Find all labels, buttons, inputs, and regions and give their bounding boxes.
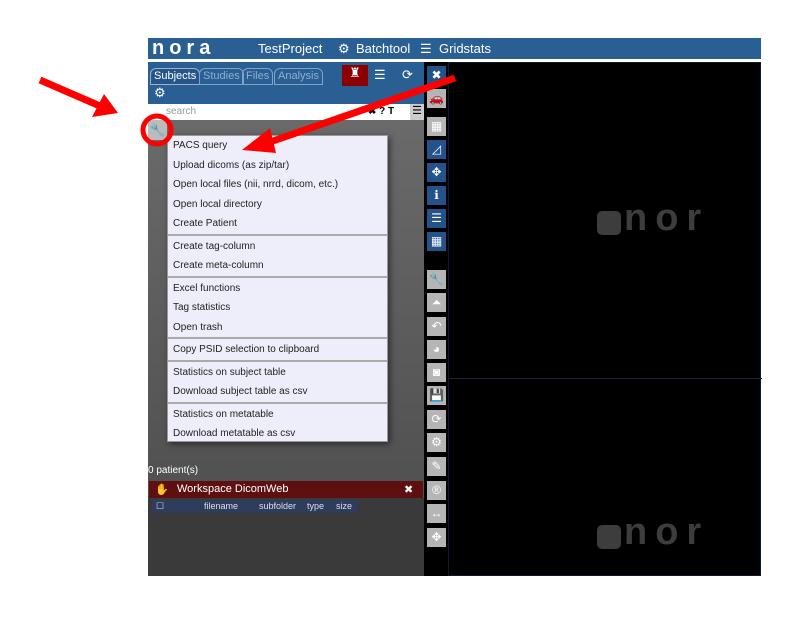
crosshair-2-icon[interactable]: ✥	[427, 528, 446, 547]
menu-item[interactable]: Tag statistics	[168, 298, 387, 318]
save-icon[interactable]: 💾	[427, 386, 446, 405]
top-bar: nora TestProject ⚙ Batchtool ☰ Gridstats	[148, 38, 761, 59]
menu-item[interactable]: Create meta-column	[168, 256, 387, 276]
annotation-arrowhead	[92, 94, 118, 117]
list-view-icon[interactable]: ☰	[374, 67, 386, 83]
menu-item[interactable]: PACS query	[168, 136, 387, 156]
column-header[interactable]: subfolder	[259, 501, 296, 511]
circle-up-icon[interactable]: ⏶	[427, 293, 446, 312]
file-table-header: ☐ filename subfolder type size	[152, 500, 358, 513]
gear-icon: ⚙	[338, 41, 350, 56]
list-icon[interactable]: ☰	[427, 209, 446, 228]
arrows-h-icon[interactable]: ↔	[427, 504, 446, 523]
tab-subjects[interactable]: Subjects	[150, 68, 201, 85]
viewport-divider	[449, 378, 762, 379]
nora-logo: nora	[152, 37, 216, 59]
menu-item[interactable]: Statistics on subject table	[168, 363, 387, 383]
column-header[interactable]: filename	[204, 501, 238, 511]
column-header[interactable]: size	[336, 501, 352, 511]
registered-icon[interactable]: ®	[427, 481, 446, 500]
column-header[interactable]: type	[307, 501, 324, 511]
menu-item[interactable]: Open trash	[168, 318, 387, 338]
menu-item[interactable]: Upload dicoms (as zip/tar)	[168, 156, 387, 176]
wrench-icon[interactable]: 🔧	[148, 120, 167, 140]
refresh-icon[interactable]: ⟳	[402, 67, 413, 83]
menu-item[interactable]: Download subject table as csv	[168, 382, 387, 402]
settings-gear-icon[interactable]: ⚙	[154, 85, 166, 101]
tab-studies[interactable]: Studies	[199, 68, 244, 85]
car-icon[interactable]: 🚗	[427, 89, 446, 108]
grid-icon[interactable]: ▦	[427, 232, 446, 251]
watermark: nor	[624, 197, 710, 239]
image-viewer[interactable]: nor nor	[448, 62, 762, 576]
tab-analysis[interactable]: Analysis	[274, 68, 323, 85]
close-icon[interactable]: ✖	[427, 66, 446, 85]
head-logo-icon	[597, 211, 621, 235]
menu-item[interactable]: Create Patient	[168, 214, 387, 234]
tabs-bar: Subjects Studies Files Analysis ♜ ☰ ⟳ ⚙	[148, 62, 424, 104]
refresh-icon[interactable]: ⟳	[427, 410, 446, 429]
gridstats-link[interactable]: Gridstats	[439, 41, 491, 56]
wrench-icon[interactable]: 🔧	[427, 270, 446, 289]
layout-icon[interactable]: ▦	[427, 117, 446, 136]
menu-item[interactable]: Create tag-column	[168, 237, 387, 257]
head-logo-icon	[597, 525, 621, 549]
project-name[interactable]: TestProject	[258, 41, 322, 56]
menu-item[interactable]: Copy PSID selection to clipboard	[168, 340, 387, 360]
tools-menu: PACS query Upload dicoms (as zip/tar) Open…	[167, 135, 388, 442]
tool-column: ✖ 🚗 ▦ ◿ ✥ ℹ ☰ ▦ 🔧 ⏶ ↶ ◕ ◙ 💾 ⟳ ⚙ ✎ ® ↔ ✥	[424, 62, 448, 576]
batchtool-link[interactable]: Batchtool	[356, 41, 410, 56]
chart-icon[interactable]: ◿	[427, 140, 446, 159]
workspace-header: ✋ Workspace DicomWeb ✖	[149, 481, 423, 498]
menu-item[interactable]: Statistics on metatable	[168, 405, 387, 425]
list-icon: ☰	[420, 41, 432, 56]
menu-item[interactable]: Download metatable as csv	[168, 424, 387, 444]
pencil-icon[interactable]: ✎	[427, 457, 446, 476]
columns-icon[interactable]: ☰	[410, 104, 424, 120]
crosshair-icon[interactable]: ✥	[427, 163, 446, 182]
annotation-arrow	[38, 76, 102, 110]
menu-item[interactable]: Open local directory	[168, 195, 387, 215]
menu-item[interactable]: Excel functions	[168, 279, 387, 299]
anonymous-icon[interactable]: ♜	[342, 65, 368, 86]
watermark: nor	[624, 511, 710, 553]
hand-icon[interactable]: ✋	[155, 483, 169, 496]
workspace-title: Workspace DicomWeb	[177, 483, 289, 495]
select-all-checkbox[interactable]: ☐	[156, 501, 164, 512]
tab-files[interactable]: Files	[242, 68, 274, 85]
globe-icon[interactable]: ◕	[427, 340, 446, 359]
camera-icon[interactable]: ◙	[427, 363, 446, 382]
info-icon[interactable]: ℹ	[427, 186, 446, 205]
undo-icon[interactable]: ↶	[427, 317, 446, 336]
gears-icon[interactable]: ⚙	[427, 433, 446, 452]
close-icon[interactable]: ✖	[404, 483, 413, 496]
search-tools[interactable]: ✖ ? T	[368, 106, 394, 117]
menu-item[interactable]: Open local files (nii, nrrd, dicom, etc.…	[168, 175, 387, 195]
patient-count: 0 patient(s)	[148, 465, 199, 476]
